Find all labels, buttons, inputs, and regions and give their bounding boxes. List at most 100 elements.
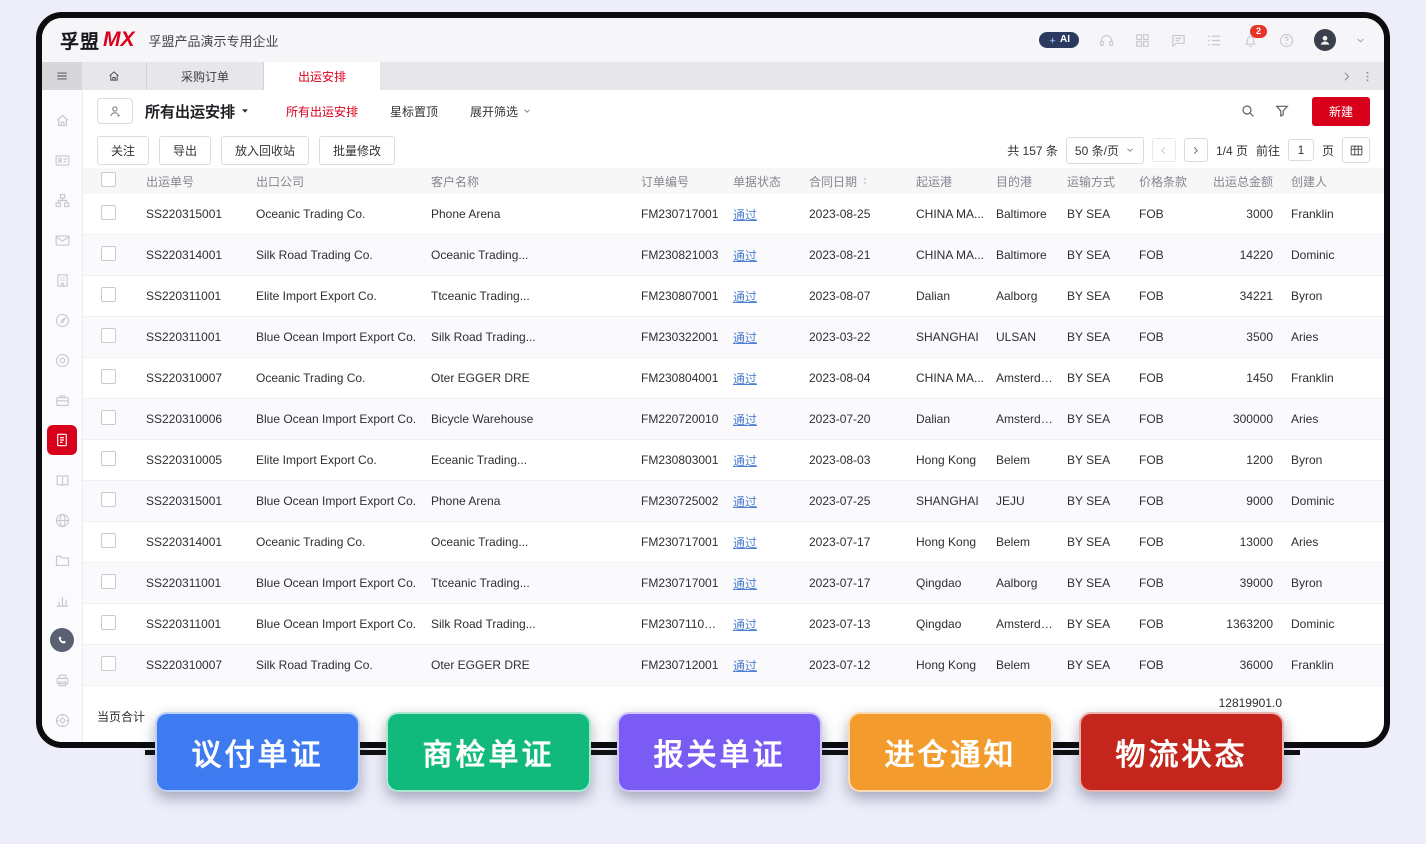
status-link[interactable]: 通过 <box>733 208 757 222</box>
table-row[interactable]: SS220311001 Blue Ocean Import Export Co. S… <box>83 317 1384 358</box>
table-row[interactable]: SS220310007 Oceanic Trading Co. Oter EGGER… <box>83 358 1384 399</box>
cell-total-amount: 1363200 <box>1226 617 1273 631</box>
table-row[interactable]: SS220314001 Silk Road Trading Co. Oceanic … <box>83 235 1384 276</box>
table-row[interactable]: SS220314001 Oceanic Trading Co. Oceanic Tr… <box>83 522 1384 563</box>
workflow-button-1[interactable]: 议付单证 <box>155 712 360 792</box>
table-row[interactable]: SS220310006 Blue Ocean Import Export Co. B… <box>83 399 1384 440</box>
chat-icon[interactable] <box>1170 32 1187 49</box>
status-link[interactable]: 通过 <box>733 413 757 427</box>
row-checkbox[interactable] <box>101 205 116 220</box>
owner-filter-button[interactable] <box>97 98 133 124</box>
sidebar-item-3[interactable] <box>42 180 82 220</box>
status-link[interactable]: 通过 <box>733 536 757 550</box>
toolbar-button-4[interactable]: 批量修改 <box>319 135 396 165</box>
home-tab[interactable] <box>82 62 147 90</box>
row-select-cell <box>83 656 134 674</box>
cell-transport-mode: BY SEA <box>1067 494 1111 508</box>
toolbar-button-2[interactable]: 导出 <box>159 135 212 165</box>
status-link[interactable]: 通过 <box>733 618 757 632</box>
row-checkbox[interactable] <box>101 492 116 507</box>
row-checkbox[interactable] <box>101 656 116 671</box>
filter-actions: 新建 <box>1240 96 1370 126</box>
next-page-button[interactable] <box>1183 138 1208 162</box>
filter-funnel-icon[interactable] <box>1274 103 1290 119</box>
cell-status: 通过 <box>721 370 797 387</box>
chevron-down-icon[interactable] <box>1355 35 1366 46</box>
status-link[interactable]: 通过 <box>733 372 757 386</box>
sidebar-item-13[interactable] <box>42 580 82 620</box>
user-avatar[interactable] <box>1314 29 1336 51</box>
status-link[interactable]: 通过 <box>733 659 757 673</box>
table-row[interactable]: SS220310005 Elite Import Export Co. Eceani… <box>83 440 1384 481</box>
tab-1[interactable]: 采购订单 <box>147 62 265 90</box>
toolbar-button-1[interactable]: 关注 <box>97 135 150 165</box>
row-checkbox[interactable] <box>101 533 116 548</box>
status-link[interactable]: 通过 <box>733 249 757 263</box>
row-checkbox[interactable] <box>101 451 116 466</box>
search-icon[interactable] <box>1240 103 1256 119</box>
table-row[interactable]: SS220315001 Oceanic Trading Co. Phone Aren… <box>83 194 1384 235</box>
row-checkbox[interactable] <box>101 574 116 589</box>
sidebar-item-10[interactable] <box>42 460 82 500</box>
view-selector[interactable]: 所有出运安排 <box>145 101 250 122</box>
cell-destination-port: Baltimore <box>996 248 1047 262</box>
cell-transport-mode: BY SEA <box>1067 371 1111 385</box>
workflow-button-3[interactable]: 报关单证 <box>617 712 822 792</box>
ai-assistant-badge[interactable]: AI <box>1039 32 1079 48</box>
help-icon[interactable] <box>1278 32 1295 49</box>
status-link[interactable]: 通过 <box>733 577 757 591</box>
sidebar-item-4[interactable] <box>42 220 82 260</box>
person-filter-icon <box>108 104 123 119</box>
create-new-button[interactable]: 新建 <box>1311 96 1370 126</box>
filter-link-1[interactable]: 所有出运安排 <box>286 103 358 120</box>
page-size-select[interactable]: 50 条/页 <box>1065 136 1144 164</box>
sidebar-item-15[interactable] <box>42 660 82 700</box>
row-checkbox[interactable] <box>101 615 116 630</box>
filter-link-2[interactable]: 星标置顶 <box>390 103 438 120</box>
tab-2[interactable]: 出运安排 <box>264 62 381 90</box>
workflow-button-2[interactable]: 商检单证 <box>386 712 591 792</box>
row-checkbox[interactable] <box>101 246 116 261</box>
column-settings-button[interactable] <box>1342 137 1370 163</box>
table-row[interactable]: SS220311001 Blue Ocean Import Export Co. T… <box>83 563 1384 604</box>
filter-link-3[interactable]: 展开筛选 <box>470 103 532 120</box>
sidebar-item-1[interactable] <box>42 100 82 140</box>
workflow-button-5[interactable]: 物流状态 <box>1079 712 1284 792</box>
row-checkbox[interactable] <box>101 287 116 302</box>
chevron-right-icon[interactable] <box>1340 70 1353 83</box>
sidebar-toggle-button[interactable] <box>42 62 82 90</box>
row-checkbox[interactable] <box>101 369 116 384</box>
table-row[interactable]: SS220315001 Blue Ocean Import Export Co. P… <box>83 481 1384 522</box>
sidebar-item-8[interactable] <box>42 380 82 420</box>
headset-icon[interactable] <box>1098 32 1115 49</box>
tasks-list-icon[interactable] <box>1206 32 1223 49</box>
workflow-button-4[interactable]: 进仓通知 <box>848 712 1053 792</box>
notification-bell-button[interactable]: 2 <box>1242 24 1267 49</box>
cell-contract-date: 2023-07-20 <box>809 412 871 426</box>
table-row[interactable]: SS220311001 Elite Import Export Co. Ttcean… <box>83 276 1384 317</box>
select-all-checkbox[interactable] <box>101 172 116 187</box>
sidebar-item-12[interactable] <box>42 540 82 580</box>
status-link[interactable]: 通过 <box>733 290 757 304</box>
apps-icon[interactable] <box>1134 32 1151 49</box>
more-vertical-icon[interactable] <box>1361 70 1374 83</box>
status-link[interactable]: 通过 <box>733 454 757 468</box>
status-link[interactable]: 通过 <box>733 331 757 345</box>
sidebar-item-7[interactable] <box>42 340 82 380</box>
goto-page-input[interactable]: 1 <box>1287 139 1314 161</box>
status-link[interactable]: 通过 <box>733 495 757 509</box>
prev-page-button[interactable] <box>1151 138 1176 162</box>
sidebar-item-6[interactable] <box>42 300 82 340</box>
sidebar-item-11[interactable] <box>42 500 82 540</box>
sidebar-item-5[interactable] <box>42 260 82 300</box>
sidebar-item-2[interactable] <box>42 140 82 180</box>
row-checkbox[interactable] <box>101 410 116 425</box>
table-row[interactable]: SS220311001 Blue Ocean Import Export Co. S… <box>83 604 1384 645</box>
cell-customer: Eceanic Trading... <box>431 453 528 467</box>
sortable-header[interactable]: 合同日期 <box>809 173 870 190</box>
row-checkbox[interactable] <box>101 328 116 343</box>
sidebar-item-14[interactable] <box>42 620 82 660</box>
table-row[interactable]: SS220310007 Silk Road Trading Co. Oter EGG… <box>83 645 1384 686</box>
toolbar-button-3[interactable]: 放入回收站 <box>221 135 310 165</box>
sidebar-item-9[interactable] <box>42 420 82 460</box>
